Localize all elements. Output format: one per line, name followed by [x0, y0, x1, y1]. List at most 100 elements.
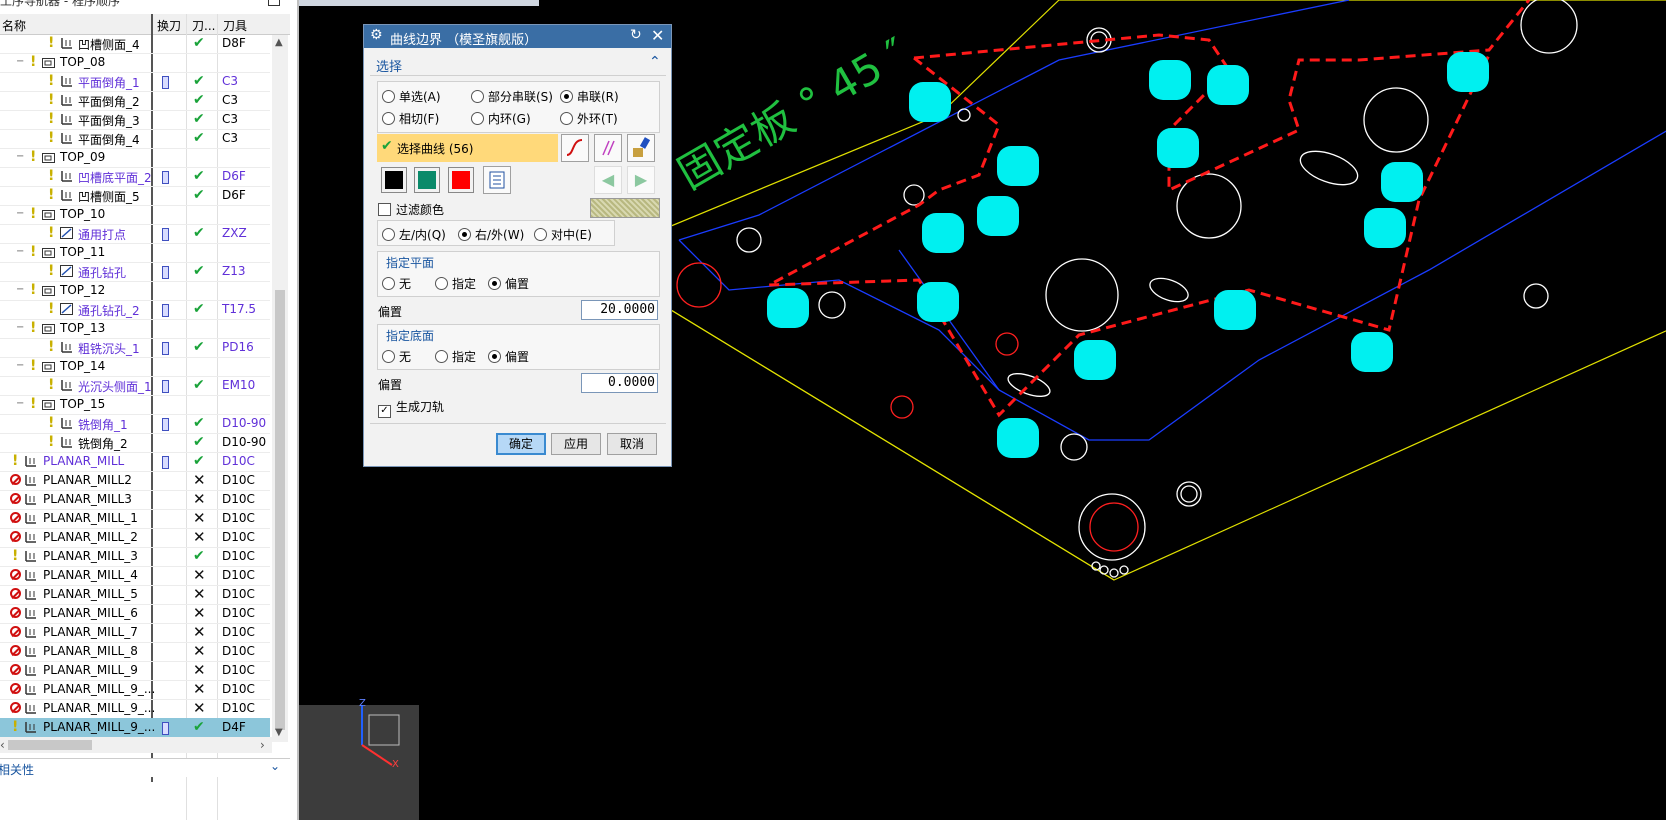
maximize-icon[interactable]: [268, 0, 280, 6]
curve-rule-button[interactable]: [561, 134, 589, 162]
generate-toolpath-checkbox[interactable]: ✓ 生成刀轨: [378, 398, 444, 418]
dependency-panel-header[interactable]: 相关性 ⌄: [0, 758, 290, 777]
side-radio[interactable]: 左/内(Q): [382, 226, 446, 243]
floor-offset-input[interactable]: 0.0000: [581, 373, 658, 393]
filter-color-swatch[interactable]: [590, 198, 660, 218]
side-radio[interactable]: 对中(E): [534, 226, 592, 243]
vertical-scrollbar[interactable]: ▲ ▼: [272, 35, 288, 742]
operation-row[interactable]: ! 通用打点 ✔ ZXZ: [0, 224, 270, 244]
radio-circle[interactable]: [488, 350, 501, 363]
operation-row[interactable]: PLANAR_MILL_9_... ✕ D10C: [0, 699, 270, 719]
plane-radio[interactable]: 偏置: [488, 275, 529, 292]
color-swatch-red[interactable]: [448, 167, 474, 193]
program-group-row[interactable]: −! TOP_14: [0, 357, 270, 377]
hscroll-thumb[interactable]: [8, 740, 92, 750]
collapse-icon[interactable]: −: [16, 209, 24, 219]
floor-radio[interactable]: 指定: [435, 348, 476, 365]
collapse-icon[interactable]: −: [16, 152, 24, 162]
collapse-icon[interactable]: −: [16, 399, 24, 409]
plane-radio[interactable]: 无: [382, 275, 411, 292]
program-group-row[interactable]: −! TOP_15: [0, 395, 270, 415]
radio-circle[interactable]: [435, 277, 448, 290]
operation-row[interactable]: PLANAR_MILL_4 ✕ D10C: [0, 566, 270, 586]
plane-radio[interactable]: 指定: [435, 275, 476, 292]
radio-circle[interactable]: [382, 228, 395, 241]
cancel-button[interactable]: 取消: [607, 433, 657, 455]
operation-row[interactable]: PLANAR_MILL3 ✕ D10C: [0, 490, 270, 510]
col-path[interactable]: 刀...: [192, 17, 215, 34]
floor-radio[interactable]: 偏置: [488, 348, 529, 365]
radio-circle[interactable]: [382, 350, 395, 363]
chevron-down-icon[interactable]: ⌄: [270, 759, 280, 773]
operation-row[interactable]: PLANAR_MILL_9 ✕ D10C: [0, 661, 270, 681]
selection-mode-radio[interactable]: 相切(F): [382, 110, 439, 127]
operation-row[interactable]: PLANAR_MILL2 ✕ D10C: [0, 471, 270, 491]
collapse-icon[interactable]: −: [16, 361, 24, 371]
operation-row[interactable]: ! 凹槽侧面_5 ✔ D6F: [0, 186, 270, 206]
parallel-button[interactable]: [594, 134, 622, 162]
filter-color-checkbox[interactable]: 过滤颜色: [378, 201, 444, 218]
horizontal-scrollbar[interactable]: ‹ ›: [0, 737, 272, 753]
apply-button[interactable]: 应用: [551, 433, 601, 455]
operation-row[interactable]: ! PLANAR_MILL_9_... ✔ D4F: [0, 718, 270, 738]
operation-row[interactable]: ! 粗铣沉头_1 ✔ PD16: [0, 338, 270, 358]
operation-row[interactable]: ! 光沉头侧面_1 ✔ EM10: [0, 376, 270, 396]
selection-mode-radio[interactable]: 内环(G): [471, 110, 531, 127]
collapse-icon[interactable]: −: [16, 247, 24, 257]
operation-row[interactable]: PLANAR_MILL_9_... ✕ D10C: [0, 680, 270, 700]
floor-radio[interactable]: 无: [382, 348, 411, 365]
ok-button[interactable]: 确定: [496, 433, 546, 455]
radio-circle[interactable]: [534, 228, 547, 241]
operation-row[interactable]: PLANAR_MILL_7 ✕ D10C: [0, 623, 270, 643]
operation-row[interactable]: PLANAR_MILL_5 ✕ D10C: [0, 585, 270, 605]
operation-row[interactable]: ! 通孔钻孔_2 ✔ T17.5: [0, 300, 270, 320]
selection-mode-radio[interactable]: 部分串联(S): [471, 88, 553, 105]
plane-offset-input[interactable]: 20.0000: [581, 300, 658, 320]
checkbox-box-checked[interactable]: ✓: [378, 405, 391, 418]
scroll-right-icon[interactable]: ›: [260, 738, 265, 752]
scroll-left-icon[interactable]: ‹: [0, 738, 5, 752]
scroll-down-icon[interactable]: ▼: [275, 727, 283, 738]
operation-row[interactable]: ! 通孔钻孔 ✔ Z13: [0, 262, 270, 282]
dialog-titlebar[interactable]: ⚙ 曲线边界 （模圣旗舰版） ↻ ✕: [364, 25, 671, 48]
color-swatch-green[interactable]: [414, 167, 440, 193]
program-group-row[interactable]: −! TOP_13: [0, 319, 270, 339]
radio-circle[interactable]: [382, 112, 395, 125]
program-group-row[interactable]: −! TOP_12: [0, 281, 270, 301]
program-group-row[interactable]: −! TOP_10: [0, 205, 270, 225]
list-button[interactable]: [483, 166, 511, 194]
operation-row[interactable]: ! 平面倒角_2 ✔ C3: [0, 91, 270, 111]
side-radio[interactable]: 右/外(W): [458, 226, 524, 243]
operation-row[interactable]: ! 铣倒角_1 ✔ D10-90: [0, 414, 270, 434]
brush-button[interactable]: [627, 134, 655, 162]
operation-row[interactable]: PLANAR_MILL_1 ✕ D10C: [0, 509, 270, 529]
col-tool[interactable]: 刀具: [223, 17, 247, 34]
operation-row[interactable]: ! PLANAR_MILL_3 ✔ D10C: [0, 547, 270, 567]
select-curve-row[interactable]: ✔ 选择曲线 (56): [377, 134, 558, 162]
operation-row[interactable]: ! 平面倒角_3 ✔ C3: [0, 110, 270, 130]
collapse-icon[interactable]: −: [16, 57, 24, 67]
operation-row[interactable]: ! 凹槽侧面_4 ✔ D8F: [0, 34, 270, 54]
operation-row[interactable]: ! 平面倒角_1 ✔ C3: [0, 72, 270, 92]
operation-row[interactable]: ! PLANAR_MILL ✔ D10C: [0, 452, 270, 472]
scroll-up-icon[interactable]: ▲: [275, 37, 283, 48]
radio-circle[interactable]: [560, 112, 573, 125]
reset-icon[interactable]: ↻: [630, 27, 642, 43]
radio-circle[interactable]: [471, 112, 484, 125]
close-icon[interactable]: ✕: [651, 26, 664, 45]
radio-circle[interactable]: [382, 277, 395, 290]
selection-mode-radio[interactable]: 单选(A): [382, 88, 441, 105]
radio-circle[interactable]: [435, 350, 448, 363]
radio-circle[interactable]: [560, 90, 573, 103]
operation-row[interactable]: PLANAR_MILL_8 ✕ D10C: [0, 642, 270, 662]
selection-mode-radio[interactable]: 串联(R): [560, 88, 619, 105]
operation-row[interactable]: PLANAR_MILL_2 ✕ D10C: [0, 528, 270, 548]
section-select-label[interactable]: 选择: [376, 56, 402, 75]
col-tool-change[interactable]: 换刀: [157, 17, 181, 34]
operation-row[interactable]: ! 凹槽底平面_2 ✔ D6F: [0, 167, 270, 187]
collapse-icon[interactable]: −: [16, 285, 24, 295]
operation-row[interactable]: PLANAR_MILL_6 ✕ D10C: [0, 604, 270, 624]
radio-circle[interactable]: [488, 277, 501, 290]
col-name[interactable]: 名称: [2, 17, 26, 34]
program-group-row[interactable]: −! TOP_11: [0, 243, 270, 263]
